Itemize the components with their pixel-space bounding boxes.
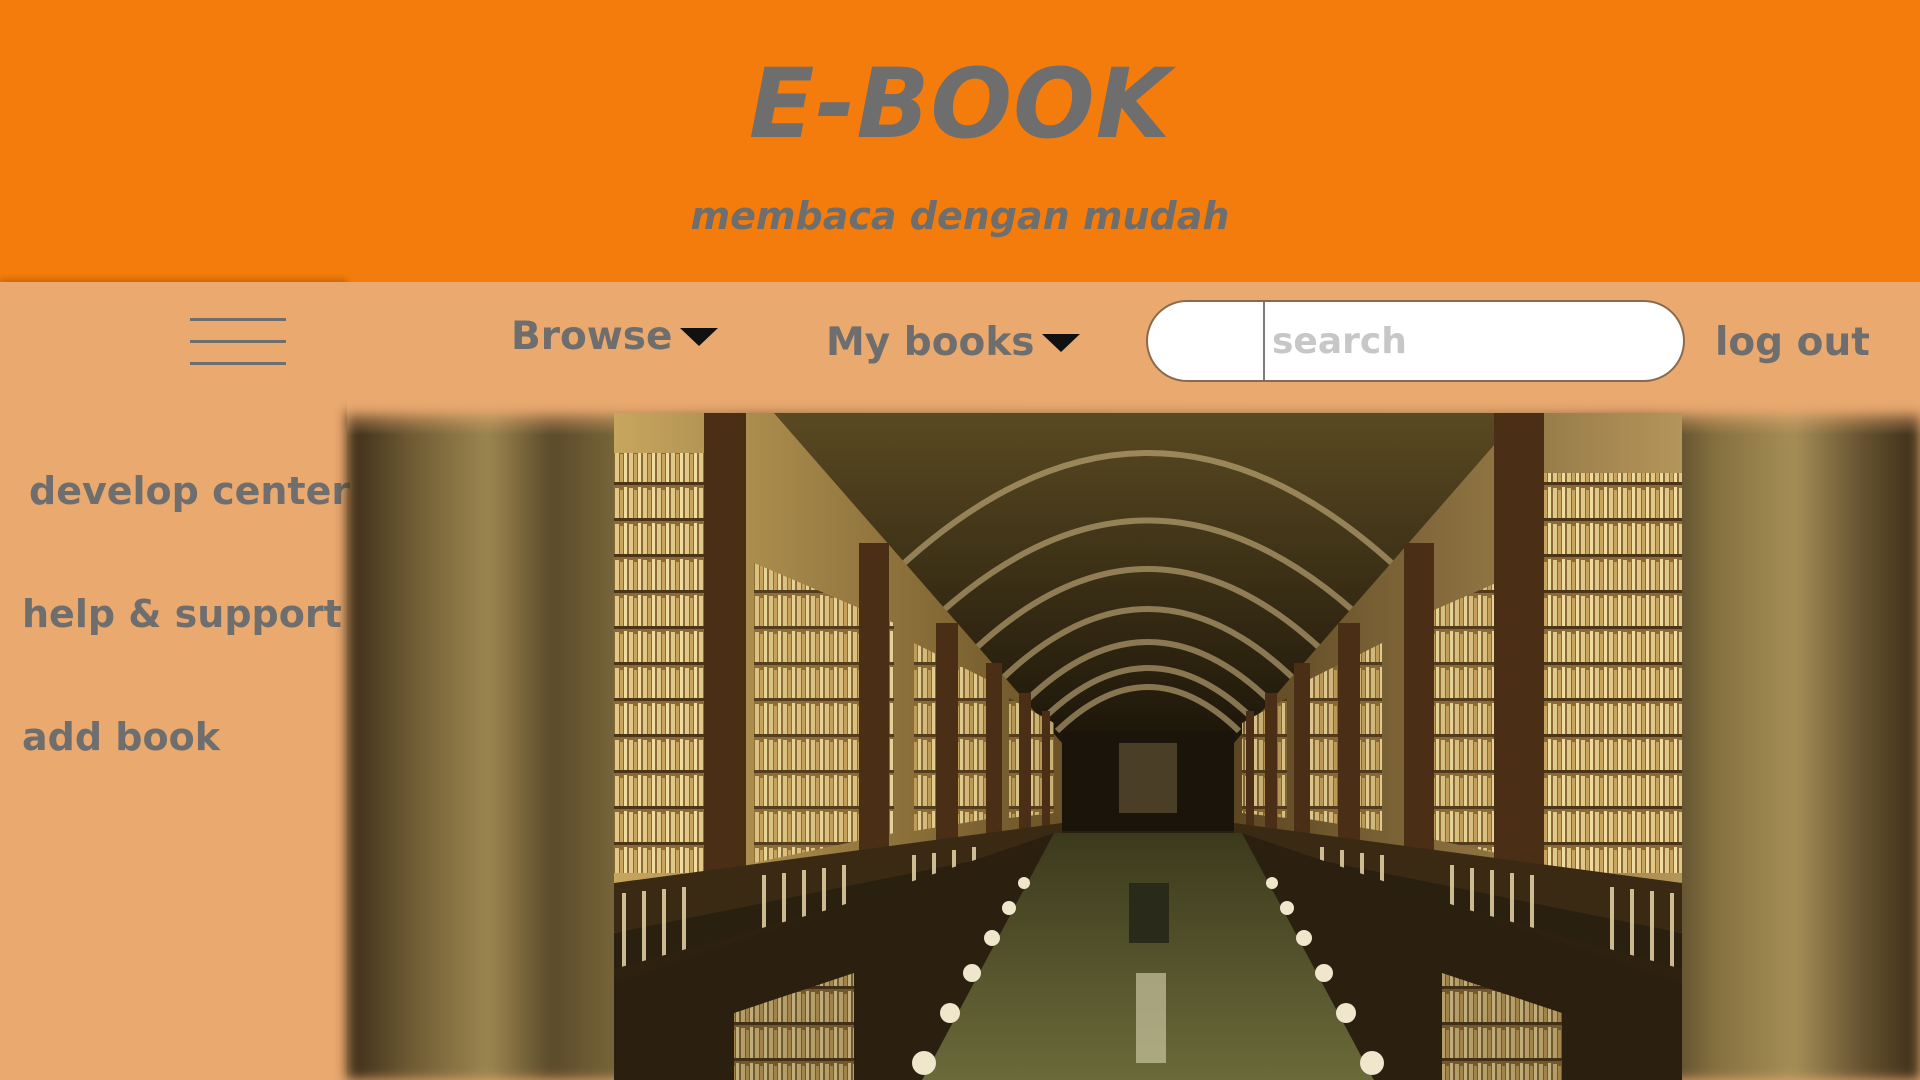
my-books-label: My books [826,320,1035,365]
sidebar-item-help-support[interactable]: help & support [22,591,342,637]
browse-dropdown[interactable]: Browse [511,314,719,360]
sidebar-item-add-book[interactable]: add book [22,714,220,760]
app-title: E-BOOK [748,48,1172,160]
search-box[interactable] [1146,300,1685,382]
library-hall-illustration [614,413,1682,1080]
menu-bar [190,318,286,321]
browse-label: Browse [511,314,673,359]
logout-link[interactable]: log out [1715,320,1870,366]
caret-down-icon [680,327,719,346]
menu-bar [190,340,286,343]
hamburger-menu-icon[interactable] [190,315,286,371]
menu-bar [190,362,286,365]
app-subtitle: membaca dengan mudah [690,194,1230,238]
my-books-dropdown[interactable]: My books [826,320,1081,366]
caret-down-icon [1042,333,1081,352]
app-header: E-BOOK membaca dengan mudah [0,0,1920,282]
search-input[interactable] [1266,306,1666,376]
sidebar-item-develop-center[interactable]: develop center [29,468,350,514]
search-divider [1263,302,1265,380]
sidebar [0,282,347,1080]
library-hall-photo [614,413,1682,1080]
